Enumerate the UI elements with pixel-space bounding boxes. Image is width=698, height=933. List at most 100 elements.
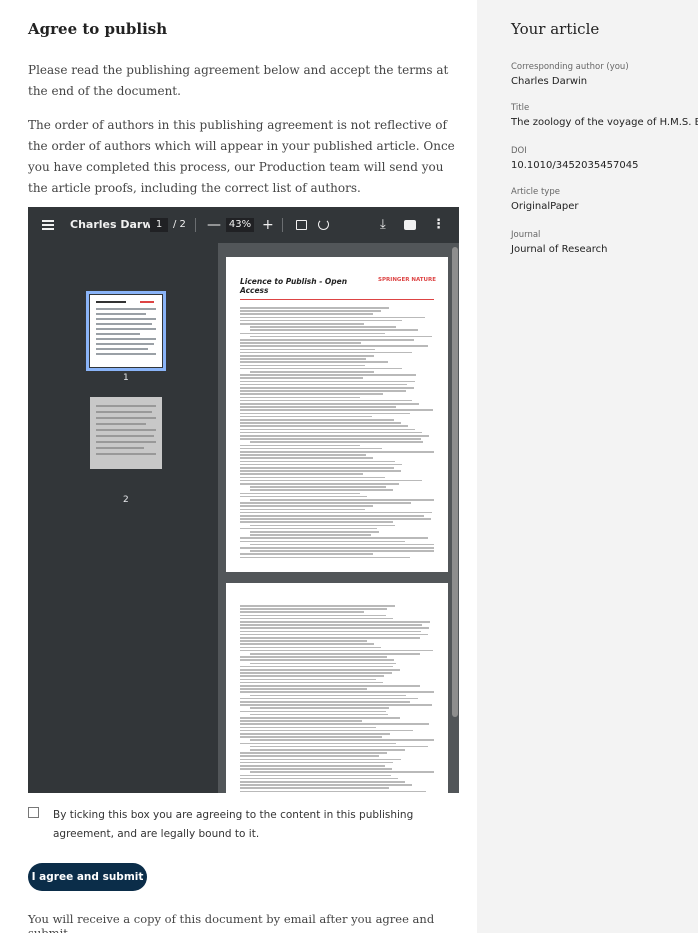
zoom-out-button[interactable]: — — [207, 207, 221, 243]
licence-title: Licence to Publish - Open Access — [240, 277, 348, 295]
pdf-text-line — [240, 675, 384, 677]
pdf-text-line — [240, 643, 374, 645]
pdf-page-2 — [226, 583, 448, 793]
pdf-text-line — [240, 451, 434, 453]
pdf-text-line — [240, 627, 429, 629]
pdf-text-line — [240, 733, 390, 735]
pdf-text-line — [250, 499, 434, 501]
pdf-text-line — [240, 720, 362, 722]
pdf-text-line — [250, 489, 393, 491]
zoom-in-button[interactable]: + — [262, 207, 274, 243]
pdf-text-line — [240, 640, 367, 642]
pdf-text-line — [240, 527, 377, 530]
article-title-value: The zoology of the voyage of H.M.S. Beag… — [511, 117, 698, 128]
pdf-text-line — [250, 371, 374, 373]
page-title: Agree to publish — [28, 20, 168, 38]
field-label: Article type — [511, 187, 560, 197]
menu-icon[interactable] — [42, 207, 56, 243]
page-total: / 2 — [173, 219, 186, 230]
pdf-text-line — [240, 502, 411, 504]
pdf-text-line — [240, 390, 406, 392]
field-label: Title — [511, 103, 530, 113]
pdf-text-line — [240, 396, 360, 399]
authors-note: The order of authors in this publishing … — [28, 118, 455, 195]
article-type-value: OriginalPaper — [511, 201, 579, 212]
rotate-icon[interactable] — [318, 219, 329, 230]
pdf-text-line — [240, 614, 386, 617]
pdf-viewer[interactable]: Charles Darwi... 1 / 2 — 43% + ⤓ ⋮ 1 2 L… — [28, 207, 459, 793]
consent-label: By ticking this box you are agreeing to … — [53, 809, 414, 840]
pdf-text-line — [240, 717, 400, 719]
pdf-text-line — [240, 380, 415, 383]
pdf-text-line — [240, 630, 421, 633]
pdf-text-line — [240, 540, 405, 543]
print-icon[interactable] — [404, 220, 416, 230]
pdf-text-line — [240, 492, 360, 495]
pdf-text-line — [240, 518, 431, 520]
pdf-text-line — [240, 774, 391, 777]
pdf-text-line — [240, 515, 424, 517]
pdf-text-line — [240, 697, 418, 700]
pdf-text-line — [240, 307, 389, 309]
pdf-text-line — [240, 649, 433, 652]
pdf-text-line — [250, 694, 406, 697]
pdf-text-line — [240, 454, 366, 456]
pdf-text-line — [240, 742, 396, 745]
agree-submit-button[interactable]: I agree and submit — [28, 863, 147, 891]
pdf-text-line — [240, 412, 410, 415]
page-number-input[interactable]: 1 — [150, 218, 168, 232]
pdf-text-line — [250, 771, 434, 773]
page-thumbnail-1[interactable] — [86, 291, 166, 371]
pdf-text-line — [240, 438, 421, 440]
pdf-text-line — [240, 553, 373, 555]
pdf-text-line — [250, 531, 379, 533]
pdf-text-line — [240, 342, 361, 344]
pdf-page-area[interactable]: Licence to Publish - Open Access SPRINGE… — [218, 243, 459, 793]
journal-value: Journal of Research — [511, 244, 608, 255]
zoom-level-input[interactable]: 43% — [226, 218, 254, 232]
pdf-text-line — [240, 556, 410, 559]
pdf-text-line — [250, 749, 405, 751]
pdf-text-line — [240, 608, 387, 610]
pdf-text-line — [240, 781, 405, 783]
pdf-text-line — [240, 457, 373, 459]
pdf-text-line — [240, 425, 408, 427]
field-label: Journal — [511, 230, 541, 240]
pdf-text-line — [240, 790, 426, 793]
pdf-text-line — [240, 768, 392, 770]
pdf-text-line — [240, 467, 394, 469]
pdf-text-line — [240, 752, 387, 754]
pdf-text-line — [240, 605, 395, 607]
fit-page-icon[interactable] — [296, 220, 307, 230]
pdf-text-line — [240, 617, 393, 620]
pdf-text-line — [240, 511, 432, 514]
pdf-text-line — [240, 399, 412, 402]
pdf-text-line — [240, 463, 402, 466]
pdf-text-line — [240, 736, 382, 738]
pdf-text-line — [240, 672, 392, 674]
intro-text: Please read the publishing agreement bel… — [28, 63, 449, 98]
pdf-text-line — [240, 611, 364, 613]
pdf-text-line — [240, 710, 386, 713]
pdf-text-line — [250, 713, 388, 716]
pdf-text-line — [240, 332, 385, 335]
pdf-text-line — [240, 387, 414, 389]
pdf-text-line — [240, 355, 374, 357]
pdf-text-line — [250, 739, 434, 741]
pdf-text-line — [240, 447, 382, 450]
pdf-text-line — [250, 441, 423, 443]
more-icon[interactable]: ⋮ — [432, 207, 445, 243]
consent-checkbox[interactable] — [28, 807, 39, 818]
springer-nature-logo: SPRINGER NATURE — [378, 277, 436, 283]
pdf-text-line — [240, 374, 416, 376]
page-thumbnail-2[interactable] — [90, 397, 162, 469]
pdf-text-line — [240, 345, 428, 347]
pdf-text-line — [240, 367, 402, 370]
article-sidebar: Your article Corresponding author (you) … — [495, 0, 698, 933]
sidebar-heading: Your article — [511, 20, 600, 38]
pdf-scrollbar[interactable] — [452, 247, 458, 717]
pdf-text-line — [240, 470, 401, 472]
download-icon[interactable]: ⤓ — [380, 207, 386, 243]
pdf-text-line — [240, 393, 383, 395]
pdf-text-line — [240, 428, 415, 431]
